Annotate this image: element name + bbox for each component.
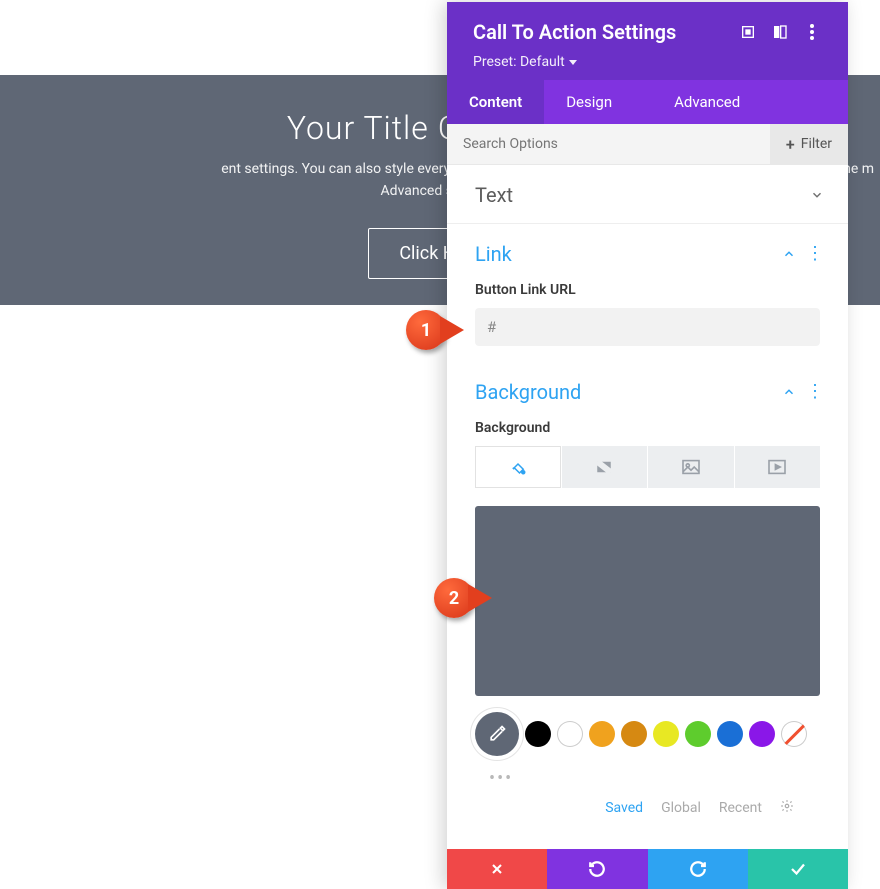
caret-down-icon [569, 60, 577, 65]
tab-advanced[interactable]: Advanced [634, 80, 848, 124]
swatch-orange[interactable] [589, 721, 615, 747]
chevron-up-icon [782, 385, 796, 399]
section-text-header[interactable]: Text [447, 165, 848, 223]
filter-button[interactable]: + Filter [770, 124, 848, 164]
annotation-callout-2: 2 [434, 578, 474, 618]
expand-icon[interactable] [732, 16, 764, 48]
section-link-header[interactable]: Link ⋮ [447, 224, 848, 282]
panel-footer [447, 849, 848, 889]
eyedropper-icon [487, 724, 507, 744]
tab-design[interactable]: Design [544, 80, 634, 124]
swatch-green[interactable] [685, 721, 711, 747]
panel-tabs: Content Design Advanced [447, 80, 848, 124]
chevron-up-icon [782, 247, 796, 261]
section-background-menu-icon[interactable]: ⋮ [806, 387, 824, 397]
eyedropper-button[interactable] [475, 712, 519, 756]
button-link-url-input[interactable] [475, 308, 820, 346]
color-swatch-row [475, 712, 820, 756]
panel-header: Call To Action Settings Preset: Default [447, 2, 848, 80]
search-bar: + Filter [447, 124, 848, 165]
section-background-title: Background [475, 380, 782, 404]
annotation-callout-1: 1 [406, 310, 446, 350]
plus-icon: + [786, 135, 795, 154]
background-color-preview[interactable] [475, 506, 820, 696]
bg-tab-color[interactable] [475, 446, 562, 488]
swatch-purple[interactable] [749, 721, 775, 747]
bg-tab-gradient[interactable] [562, 446, 649, 488]
gradient-icon [595, 458, 613, 476]
swatch-white[interactable] [557, 721, 583, 747]
settings-panel: Call To Action Settings Preset: Default … [447, 2, 848, 889]
undo-button[interactable] [547, 849, 647, 889]
palette-settings-icon[interactable] [780, 799, 794, 817]
background-type-tabs [475, 446, 820, 488]
palette-tab-recent[interactable]: Recent [719, 800, 762, 816]
panel-body: Text Link ⋮ Button Link URL Background ⋮… [447, 165, 848, 849]
panel-title: Call To Action Settings [473, 20, 732, 44]
section-background-body: Background [447, 420, 848, 833]
section-link-title: Link [475, 242, 782, 266]
background-field-label: Background [475, 420, 820, 436]
bg-tab-image[interactable] [648, 446, 735, 488]
tab-content[interactable]: Content [447, 80, 544, 124]
kebab-menu-icon[interactable] [796, 16, 828, 48]
cancel-button[interactable] [447, 849, 547, 889]
redo-icon [689, 860, 707, 878]
chevron-down-icon [810, 188, 824, 202]
check-icon [789, 860, 807, 878]
section-link-menu-icon[interactable]: ⋮ [806, 249, 824, 259]
preset-dropdown[interactable]: Preset: Default [473, 54, 577, 70]
swatch-dark-orange[interactable] [621, 721, 647, 747]
redo-button[interactable] [648, 849, 748, 889]
layout-icon[interactable] [764, 16, 796, 48]
swatch-blue[interactable] [717, 721, 743, 747]
more-options-icon[interactable]: ••• [489, 768, 820, 789]
swatch-black[interactable] [525, 721, 551, 747]
save-button[interactable] [748, 849, 848, 889]
undo-icon [588, 860, 606, 878]
paint-bucket-icon [509, 458, 527, 476]
section-text-title: Text [475, 183, 810, 207]
close-icon [489, 861, 505, 877]
video-icon [767, 459, 787, 475]
swatch-none[interactable] [781, 721, 807, 747]
bg-tab-video[interactable] [735, 446, 821, 488]
palette-tab-saved[interactable]: Saved [605, 800, 643, 816]
search-input[interactable] [447, 124, 770, 164]
palette-tabs: Saved Global Recent [475, 789, 820, 817]
button-link-url-label: Button Link URL [475, 282, 820, 298]
section-link-body: Button Link URL [447, 282, 848, 362]
palette-tab-global[interactable]: Global [661, 800, 701, 816]
section-background-header[interactable]: Background ⋮ [447, 362, 848, 420]
image-icon [681, 459, 701, 475]
swatch-yellow[interactable] [653, 721, 679, 747]
